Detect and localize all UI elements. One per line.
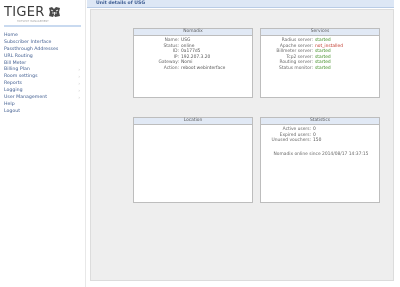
sidebar-item-passthrough-addresses[interactable]: Passthrough Addresses (4, 47, 82, 54)
nomadix-action-links[interactable]: reboot webinterface (181, 66, 225, 72)
stat-row-unused-vouchers: Unused vouchers: 150 (271, 138, 322, 144)
statistics-panel-title: Statistics (261, 118, 379, 125)
sidebar-item-url-routing[interactable]: URL Routing (4, 54, 82, 61)
logo-divider (4, 25, 81, 27)
nomadix-details: Name: USG Status: online ID: 0a177d5 IP: 192… (136, 38, 225, 72)
statistics-panel: Statistics Active users: 0 Expired users:… (260, 117, 380, 203)
nomadix-row-action: Action: reboot webinterface (163, 65, 226, 72)
page-header: Unit details of USG (87, 0, 394, 8)
chevron-right-icon: › (78, 74, 80, 80)
sidebar-item-logout[interactable]: Logout (4, 109, 82, 116)
sidebar-item-home[interactable]: Home (4, 33, 82, 40)
sidebar: TIGER HOTSPOT MANAGEMENT Home Subscriber … (0, 0, 86, 287)
services-panel: Services Radius server: started Apache se… (260, 28, 380, 98)
sidebar-item-label: Subscriber Interface (4, 39, 52, 45)
logo[interactable]: TIGER (4, 4, 84, 20)
main-area: Unit details of USG Nomadix Name: USG Sta… (87, 0, 394, 287)
nomadix-panel-title: Nomadix (134, 29, 252, 36)
sidebar-item-label: Logging (4, 88, 23, 94)
tiger-head-icon (48, 7, 60, 17)
sidebar-item-label: Home (4, 33, 18, 38)
sidebar-item-label: Room settings (4, 74, 38, 80)
chevron-right-icon: › (78, 81, 80, 87)
content-area: Nomadix Name: USG Status: online ID: 0a177d… (90, 9, 394, 281)
sidebar-item-label: User Management (4, 95, 48, 101)
logo-text: TIGER (4, 4, 45, 20)
chevron-right-icon: › (78, 95, 80, 101)
sidebar-item-label: URL Routing (4, 53, 33, 59)
main-nav: Home Subscriber Interface Passthrough Addr… (4, 33, 82, 116)
sidebar-item-logging[interactable]: Logging › (4, 88, 82, 95)
location-panel-title: Location (134, 118, 252, 125)
page-title: Unit details of USG (96, 1, 146, 6)
location-panel: Location (133, 117, 253, 203)
sidebar-item-label: Bill Meter (4, 60, 27, 66)
sidebar-item-label: Billing Plan (4, 67, 30, 73)
sidebar-item-label: Passthrough Addresses (4, 46, 59, 52)
chevron-right-icon: › (78, 67, 80, 73)
services-details: Radius server: started Apache server: not_… (263, 38, 343, 72)
nomadix-panel: Nomadix Name: USG Status: online ID: 0a177d… (133, 28, 253, 98)
sidebar-item-label: Help (4, 101, 15, 107)
sidebar-item-help[interactable]: Help (4, 102, 82, 109)
sidebar-item-label: Logout (4, 108, 21, 114)
logo-subtitle: HOTSPOT MANAGEMENT (17, 20, 49, 23)
services-panel-title: Services (261, 29, 379, 36)
sidebar-item-label: Reports (4, 81, 22, 87)
service-row-status-monitor: Status monitor: started (279, 65, 331, 71)
chevron-right-icon: › (78, 88, 80, 94)
statistics-details: Active users: 0 Expired users: 0 Unused vo… (263, 127, 322, 144)
sidebar-item-user-management[interactable]: User Management › (4, 95, 82, 102)
sidebar-item-subscriber-interface[interactable]: Subscriber Interface (4, 40, 82, 47)
online-since-text: Nomadix online since 2014/08/17 14:37:15 (273, 152, 369, 157)
